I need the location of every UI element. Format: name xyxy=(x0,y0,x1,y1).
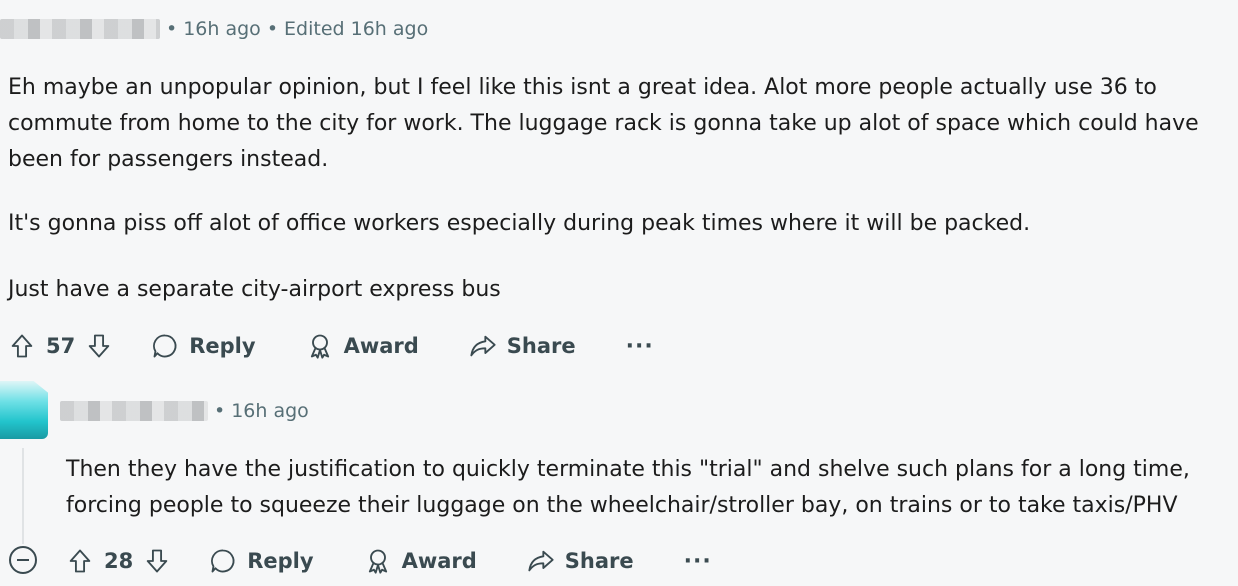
award-icon xyxy=(310,334,329,359)
meta-separator: • xyxy=(266,18,279,40)
more-options-icon[interactable]: ··· xyxy=(684,549,712,574)
comment-1-timestamp[interactable]: 16h ago xyxy=(183,18,261,40)
comment-2-reply-button[interactable]: Reply xyxy=(209,547,314,575)
upvote-icon[interactable] xyxy=(66,547,94,575)
comment-1-vote-count: 57 xyxy=(46,334,76,358)
comment-2-vote-count: 28 xyxy=(104,549,134,573)
comment-1-paragraph: It's gonna piss off alot of office worke… xyxy=(8,211,1031,236)
comment-2-timestamp[interactable]: 16h ago xyxy=(231,400,309,422)
more-options-icon[interactable]: ··· xyxy=(626,334,654,359)
comment-1-meta: • 16h ago • Edited 16h ago xyxy=(0,18,428,40)
reply-icon xyxy=(153,334,177,358)
comment-1-award-button[interactable]: Award xyxy=(306,332,419,360)
comment-2-meta: • 16h ago xyxy=(60,400,309,422)
meta-separator: • xyxy=(214,400,226,422)
comment-2-action-bar: 28 Reply Award Share ··· xyxy=(66,541,712,581)
comment-2-body: Then they have the justification to quic… xyxy=(66,452,1231,524)
comment-1-reply-button[interactable]: Reply xyxy=(151,332,256,360)
collapse-thread-button[interactable] xyxy=(9,546,37,574)
comment-2-author-redacted[interactable] xyxy=(60,401,208,421)
downvote-icon[interactable] xyxy=(85,332,113,360)
reply-label: Reply xyxy=(247,549,314,573)
award-icon xyxy=(368,549,387,574)
comment-1-vote-group: 57 xyxy=(8,332,113,360)
share-label: Share xyxy=(506,334,576,358)
comment-thread: • 16h ago • Edited 16h ago Eh maybe an u… xyxy=(0,0,1238,586)
comment-2-award-button[interactable]: Award xyxy=(364,547,477,575)
comment-2-paragraph: Then they have the justification to quic… xyxy=(66,457,1190,518)
reply-icon xyxy=(211,549,235,573)
meta-separator: • xyxy=(166,18,178,40)
upvote-icon[interactable] xyxy=(8,332,36,360)
comment-1-author-redacted[interactable] xyxy=(0,19,160,39)
share-label: Share xyxy=(564,549,634,573)
comment-1-paragraph: Eh maybe an unpopular opinion, but I fee… xyxy=(8,75,1199,172)
award-label: Award xyxy=(343,334,419,358)
comment-2-share-button[interactable]: Share xyxy=(527,547,634,575)
share-icon xyxy=(528,550,554,572)
award-label: Award xyxy=(401,549,477,573)
comment-2-vote-group: 28 xyxy=(66,547,171,575)
share-icon xyxy=(470,335,496,357)
comment-1-paragraph: Just have a separate city-airport expres… xyxy=(8,277,501,302)
comment-1-share-button[interactable]: Share xyxy=(469,332,576,360)
minus-icon xyxy=(17,559,29,561)
avatar[interactable] xyxy=(0,381,48,439)
comment-1-body: Eh maybe an unpopular opinion, but I fee… xyxy=(8,70,1228,308)
reply-label: Reply xyxy=(189,334,256,358)
comment-1-action-bar: 57 Reply Award Share ··· xyxy=(8,326,654,366)
thread-line[interactable] xyxy=(22,448,24,544)
comment-1-edited-label: Edited 16h ago xyxy=(284,18,429,40)
downvote-icon[interactable] xyxy=(143,547,171,575)
